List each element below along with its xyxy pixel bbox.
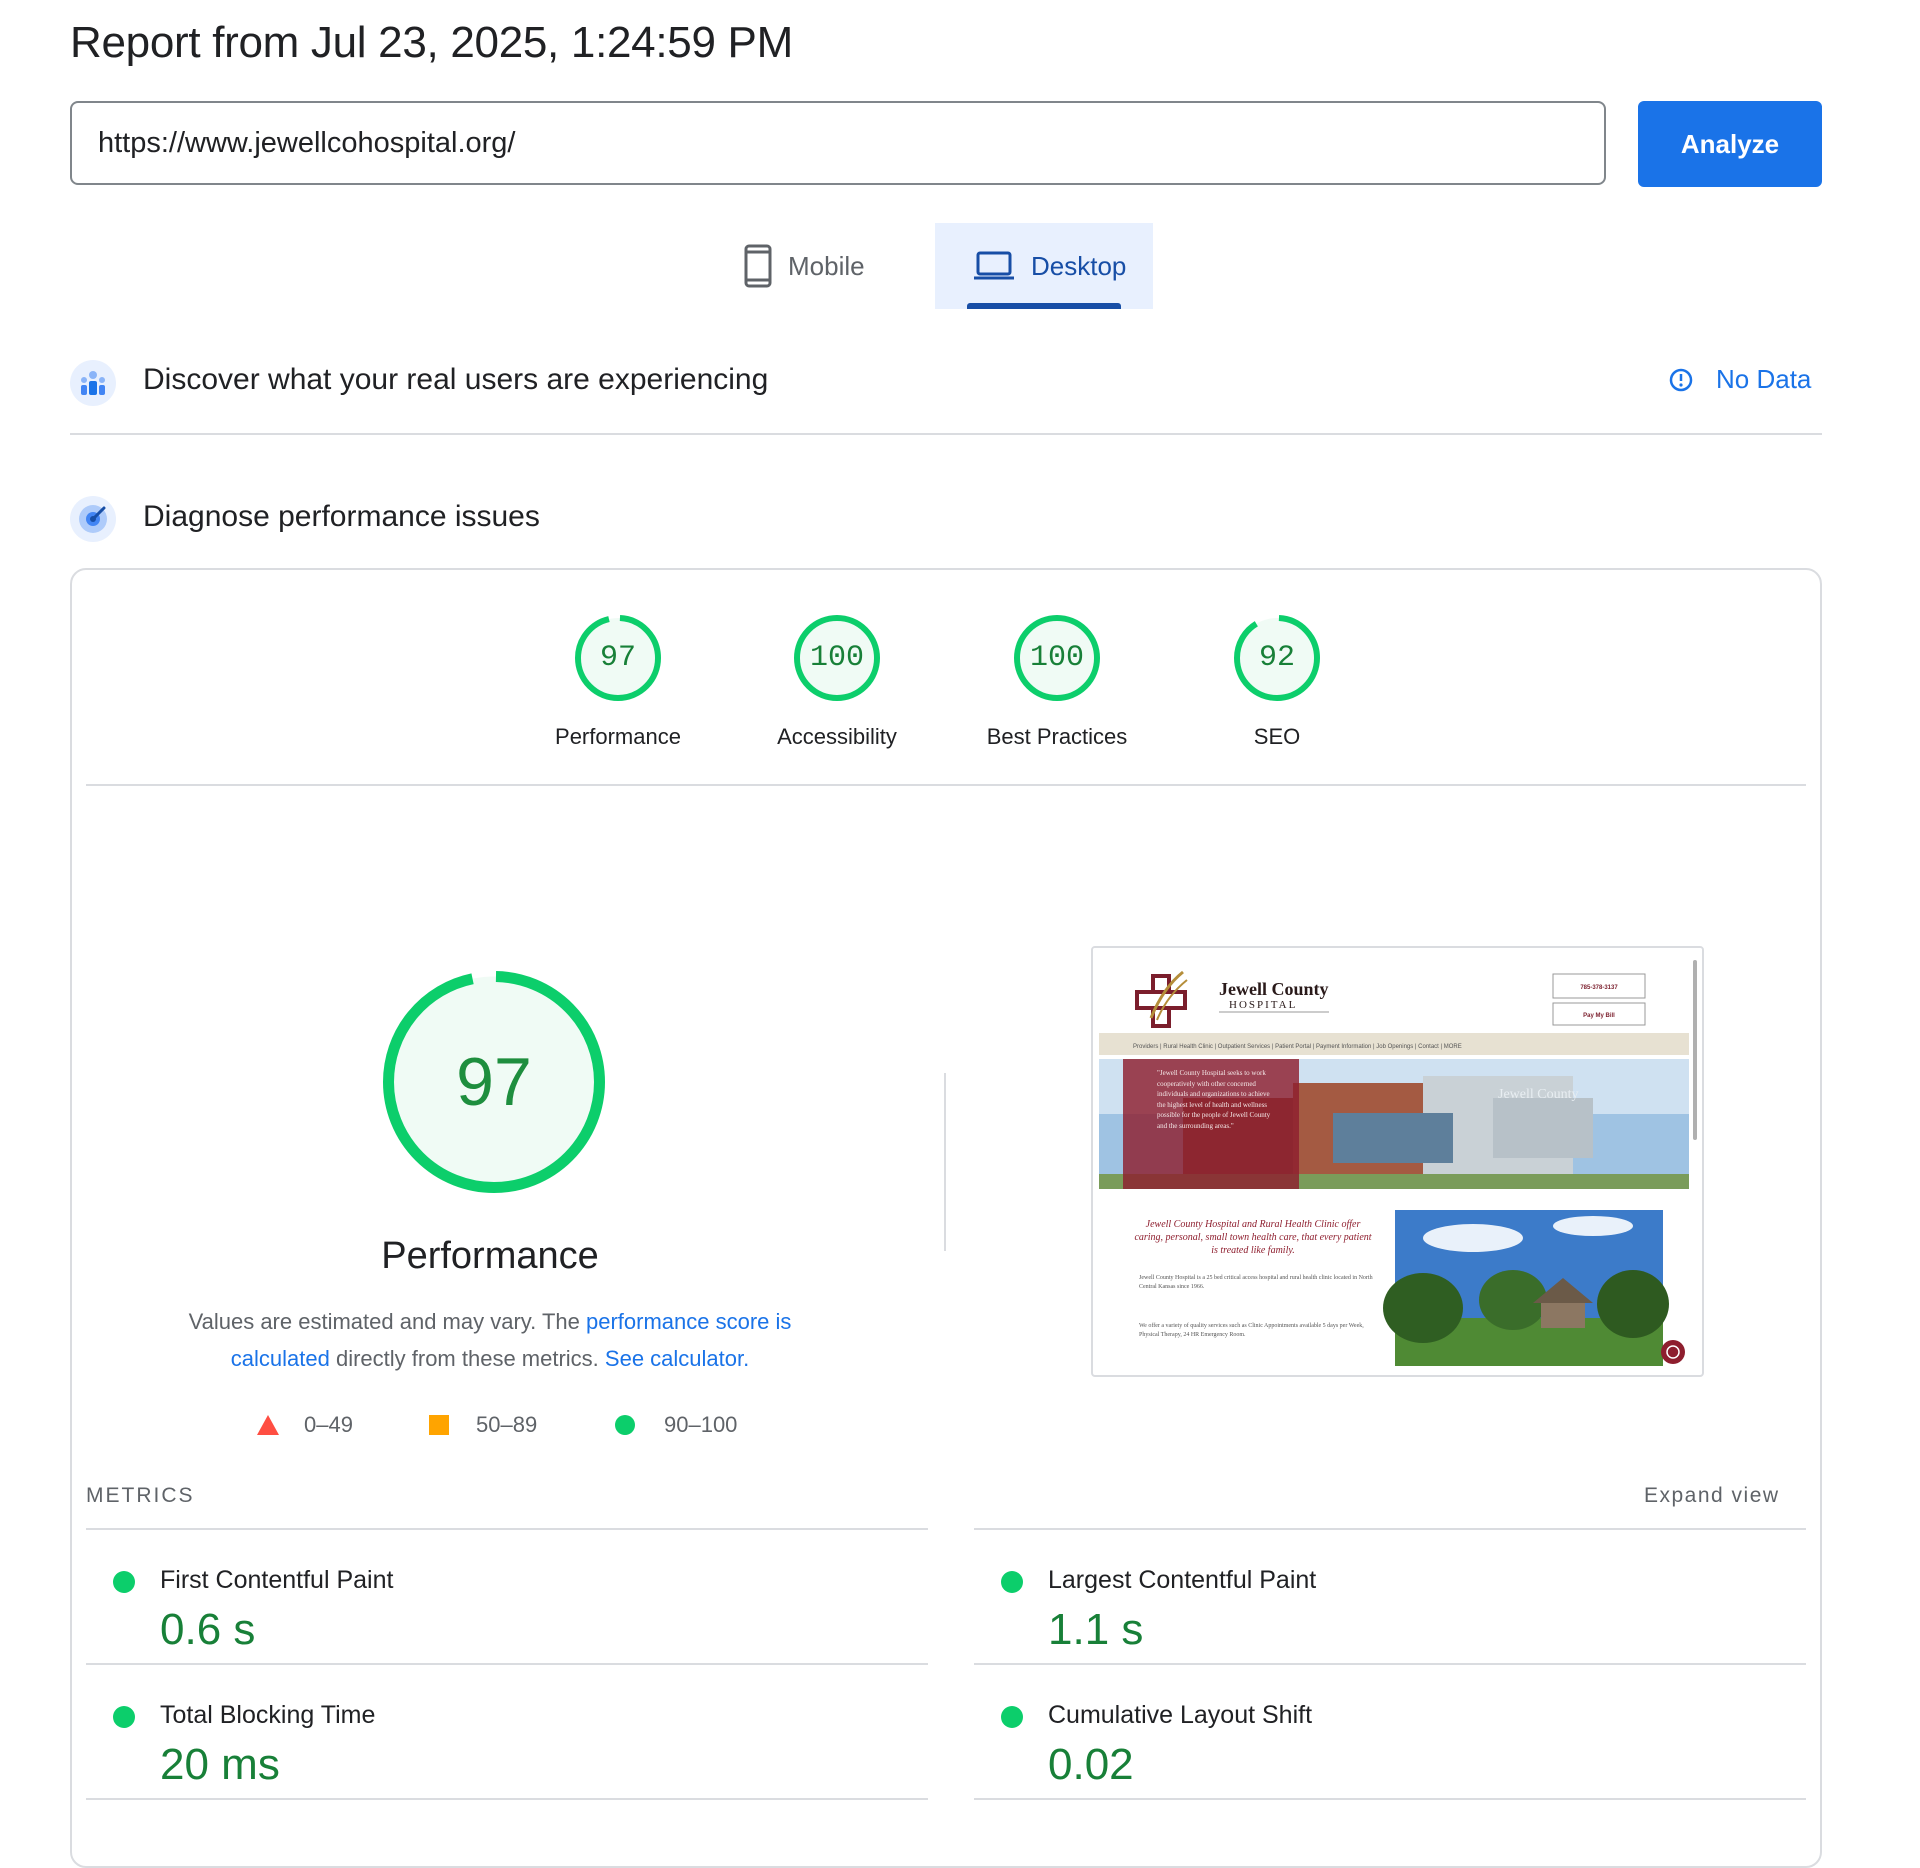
thumb-building-sign: Jewell County	[1498, 1087, 1579, 1102]
gauge-best-practices-label: Best Practices	[986, 724, 1128, 749]
metric-name: Largest Contentful Paint	[1048, 1566, 1317, 1594]
smartphone-icon	[744, 244, 772, 288]
tab-mobile[interactable]: Mobile	[744, 223, 936, 309]
pass-circle-icon	[615, 1415, 635, 1435]
gauge-accessibility-label: Accessibility	[777, 724, 897, 749]
metric-value: 0.6 s	[160, 1605, 256, 1654]
metric-value: 0.02	[1048, 1740, 1134, 1789]
desc-prefix: Values are estimated and may vary. The	[188, 1309, 586, 1334]
section-divider	[70, 433, 1822, 435]
legend-fail-label: 0–49	[304, 1412, 353, 1437]
metric-status-dot	[1001, 1571, 1023, 1593]
average-square-icon	[429, 1415, 449, 1435]
thumb-tagline: Jewell County Hospital and Rural Health …	[1134, 1219, 1372, 1256]
metric-lcp: Largest Contentful Paint 1.1 s	[974, 1530, 1806, 1664]
metric-status-dot	[113, 1571, 135, 1593]
thumb-nav: Providers | Rural Health Clinic | Outpat…	[1133, 1044, 1462, 1050]
vertical-separator	[944, 1073, 946, 1251]
legend-fail: 0–49	[256, 1412, 353, 1438]
gauge-best-practices[interactable]: 100	[1013, 614, 1101, 707]
gauge-score: 97	[456, 1044, 532, 1120]
url-input[interactable]	[98, 103, 1578, 183]
metrics-heading: METRICS	[86, 1484, 195, 1507]
metric-name: Cumulative Layout Shift	[1048, 1701, 1313, 1729]
gauge-seo-label: SEO	[1253, 724, 1301, 749]
metric-cls: Cumulative Layout Shift 0.02	[974, 1665, 1806, 1799]
tab-desktop[interactable]: Desktop	[935, 223, 1153, 309]
tab-selected-indicator	[967, 303, 1121, 309]
gauge-accessibility[interactable]: 100	[793, 614, 881, 707]
fail-triangle-icon	[257, 1415, 279, 1435]
tab-mobile-label: Mobile	[788, 250, 865, 281]
no-data-indicator[interactable]: No Data	[1668, 364, 1811, 395]
laptop-icon	[974, 251, 1014, 280]
thumb-site-sub: HOSPITAL	[1229, 999, 1297, 1011]
legend-pass: 90–100	[614, 1412, 737, 1438]
report-title: Report from Jul 23, 2025, 1:24:59 PM	[70, 18, 793, 67]
main-performance-title: Performance	[381, 1235, 599, 1277]
thumb-site-name: Jewell County	[1219, 979, 1329, 999]
url-field-container[interactable]	[70, 101, 1606, 185]
tab-desktop-label: Desktop	[1031, 250, 1127, 281]
field-data-title: Discover what your real users are experi…	[143, 363, 769, 396]
field-data-icon	[70, 360, 116, 411]
page-screenshot-thumbnail: Jewell County HOSPITAL 785-378-3137 Pay …	[1091, 946, 1704, 1377]
no-data-label: No Data	[1716, 364, 1812, 394]
gauge-performance[interactable]: 97	[574, 614, 662, 707]
performance-description: Values are estimated and may vary. The p…	[160, 1303, 820, 1377]
metric-fcp: First Contentful Paint 0.6 s	[86, 1530, 928, 1664]
metrics-divider	[86, 1798, 928, 1800]
gauge-performance-label: Performance	[555, 724, 681, 749]
metrics-divider	[974, 1798, 1806, 1800]
thumb-pay-btn: Pay My Bill	[1583, 1013, 1615, 1019]
thumb-body2: We offer a variety of quality services s…	[1139, 1323, 1364, 1338]
metric-tbt: Total Blocking Time 20 ms	[86, 1665, 928, 1799]
legend-pass-label: 90–100	[664, 1412, 738, 1437]
gauge-score: 100	[810, 641, 864, 675]
metric-value: 1.1 s	[1048, 1605, 1144, 1654]
main-performance-gauge: 97	[382, 970, 606, 1199]
thumb-scrollbar	[1693, 960, 1697, 1140]
legend-average: 50–89	[428, 1412, 537, 1438]
thumb-body1: Jewell County Hospital is a 25 bed criti…	[1139, 1275, 1373, 1290]
desc-middle: directly from these metrics.	[329, 1346, 605, 1371]
see-calculator-link[interactable]: See calculator.	[605, 1346, 749, 1371]
card-divider	[86, 784, 1806, 786]
metric-status-dot	[1001, 1706, 1023, 1728]
thumb-quote: "Jewell County Hospital seeks to work co…	[1157, 1069, 1271, 1130]
metric-name: Total Blocking Time	[160, 1701, 376, 1729]
gauge-seo[interactable]: 92	[1233, 614, 1321, 707]
diagnose-title: Diagnose performance issues	[143, 500, 540, 533]
thumb-phone-btn: 785-378-3137	[1580, 985, 1618, 991]
gauge-score: 100	[1030, 641, 1084, 675]
metric-name: First Contentful Paint	[160, 1566, 394, 1594]
expand-view-button[interactable]: Expand view	[1644, 1484, 1780, 1508]
analyze-button[interactable]: Analyze	[1638, 101, 1822, 187]
metric-value: 20 ms	[160, 1740, 280, 1789]
gauge-score: 92	[1259, 641, 1295, 675]
gauge-score: 97	[600, 641, 636, 675]
accessibility-widget-icon	[1661, 1340, 1685, 1364]
metric-status-dot	[113, 1706, 135, 1728]
diagnose-icon	[70, 496, 116, 547]
legend-average-label: 50–89	[476, 1412, 538, 1437]
info-icon	[1669, 368, 1693, 391]
